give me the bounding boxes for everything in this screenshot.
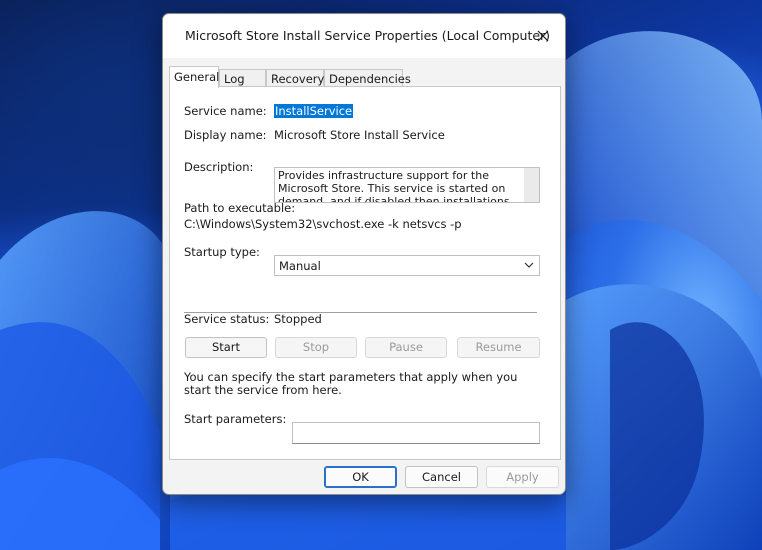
stop-button[interactable]: Stop [275, 337, 357, 358]
title-bar[interactable]: Microsoft Store Install Service Properti… [163, 14, 565, 58]
description-text: Provides infrastructure support for the … [278, 169, 510, 203]
close-button[interactable] [521, 14, 565, 58]
service-name-label: Service name: [184, 104, 267, 118]
service-name-value[interactable]: InstallService [274, 104, 354, 118]
description-box[interactable]: Provides infrastructure support for the … [274, 167, 540, 203]
start-params-label: Start parameters: [184, 412, 287, 426]
tab-log-on[interactable]: Log On [219, 69, 266, 104]
pause-button[interactable]: Pause [365, 337, 447, 358]
service-status-label: Service status: [184, 312, 270, 326]
description-scrollbar[interactable] [524, 168, 539, 202]
tab-dependencies[interactable]: Dependencies [324, 69, 411, 87]
chevron-down-icon [524, 262, 534, 268]
startup-type-value: Manual [279, 259, 321, 273]
path-value[interactable]: C:\Windows\System32\svchost.exe -k netsv… [184, 217, 462, 231]
ok-button[interactable]: OK [324, 466, 397, 488]
start-params-hint: You can specify the start parameters tha… [184, 370, 518, 397]
close-icon [537, 30, 549, 42]
startup-type-label: Startup type: [184, 245, 260, 259]
display-name-value[interactable]: Microsoft Store Install Service [274, 128, 445, 142]
startup-type-select[interactable]: Manual [274, 255, 540, 276]
service-status-value: Stopped [274, 312, 322, 326]
tab-general[interactable]: General [169, 66, 219, 88]
tab-recovery[interactable]: Recovery [266, 69, 324, 87]
path-label: Path to executable: [184, 201, 296, 215]
display-name-label: Display name: [184, 128, 267, 142]
apply-button[interactable]: Apply [486, 466, 559, 488]
resume-button[interactable]: Resume [457, 337, 540, 358]
cancel-button[interactable]: Cancel [405, 466, 478, 488]
general-tab-panel: Service name: InstallService Display nam… [169, 86, 561, 460]
start-button[interactable]: Start [185, 337, 267, 358]
start-params-input[interactable] [292, 422, 540, 444]
dialog-title: Microsoft Store Install Service Properti… [185, 28, 551, 43]
service-name-text[interactable]: InstallService [274, 104, 354, 118]
service-properties-dialog: Microsoft Store Install Service Properti… [162, 13, 566, 495]
description-label: Description: [184, 160, 254, 174]
